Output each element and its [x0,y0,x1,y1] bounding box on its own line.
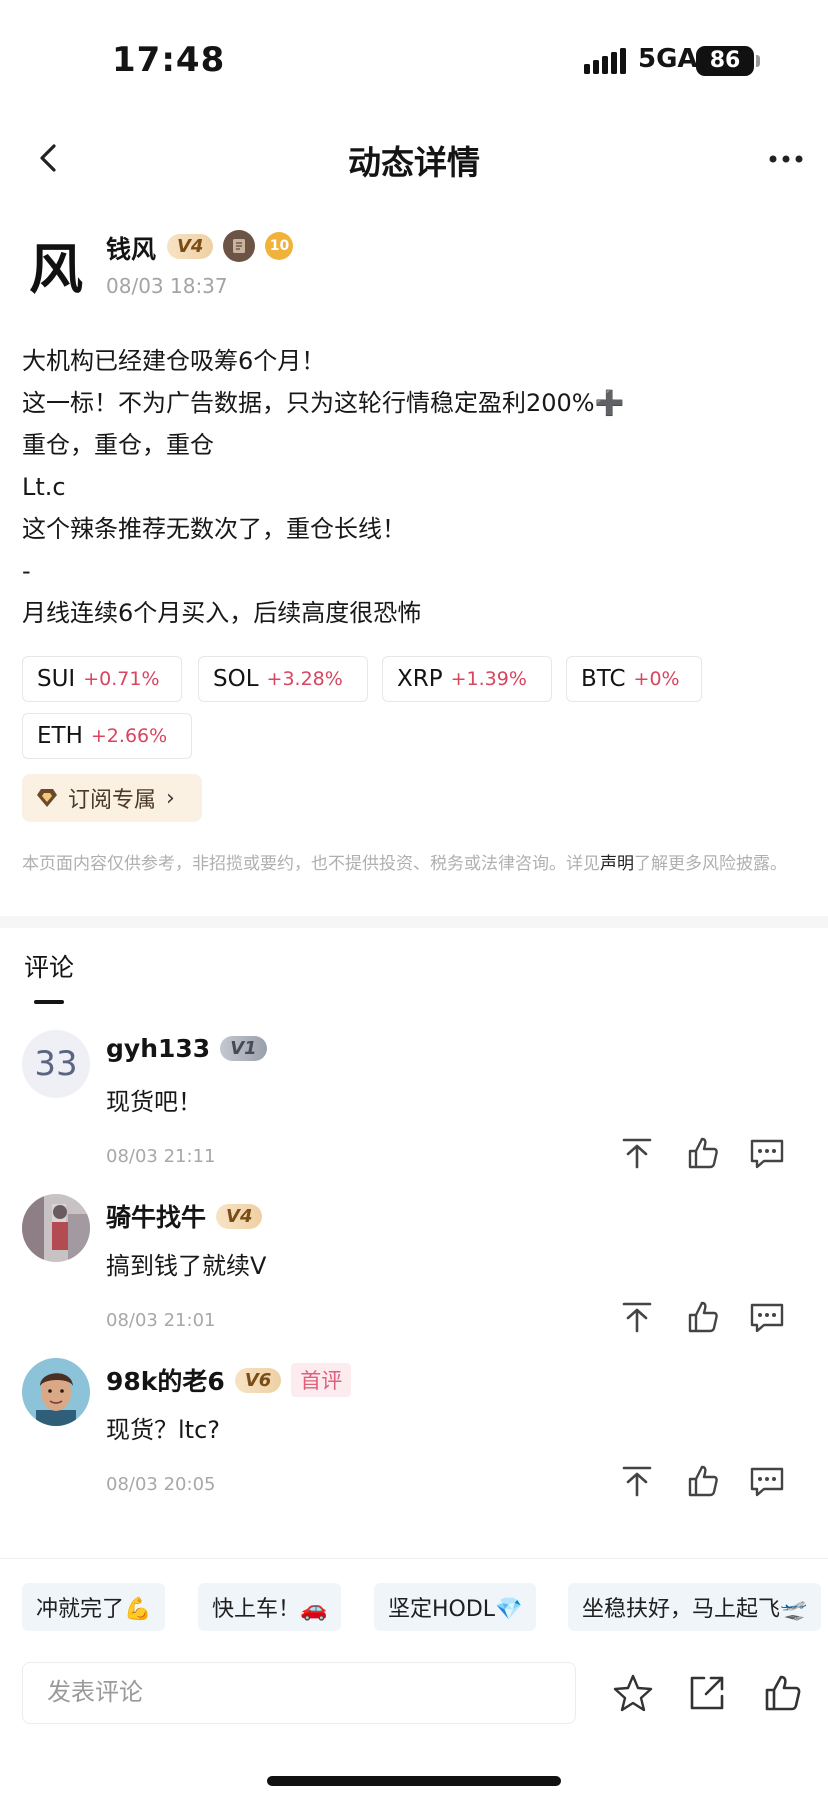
level-badge: V4 [167,233,214,259]
post-line: 大机构已经建仓吸筹6个月！ [22,347,326,375]
comment-item: 98k的老6 V6 首评 现货？ltc? 08/03 20:05 [22,1358,812,1508]
disclaimer-text-end: 了解更多风险披露。 [634,854,787,874]
level-badge: V6 [234,1367,282,1393]
thumbs-up-icon[interactable] [684,1298,722,1336]
pin-top-icon[interactable] [618,1298,656,1336]
level-badge: V1 [220,1036,267,1061]
tab-indicator [34,1000,64,1004]
first-comment-tag: 首评 [291,1363,352,1397]
book-badge-icon [223,230,256,262]
ticker-sol[interactable]: SOL +3.28% [198,656,368,702]
thumbs-up-icon[interactable] [762,1672,804,1714]
comment-actions [618,1298,808,1338]
author-avatar[interactable]: 风 [22,230,90,301]
avatar[interactable] [22,1358,90,1426]
pin-top-icon[interactable] [618,1134,656,1172]
comment-author[interactable]: 骑牛找牛 V4 [106,1198,263,1234]
comment-actions [618,1134,808,1174]
comment-time: 08/03 20:05 [106,1474,216,1495]
author-badges: V4 10 [167,230,294,262]
comment-author[interactable]: gyh133 V1 [106,1034,267,1063]
author-header: 风 钱风 V4 10 08/03 18:37 [22,226,802,306]
ticker-btc[interactable]: BTC +0% [566,656,702,702]
reply-bubble-icon[interactable] [748,1298,786,1336]
ticker-change: +0% [633,668,680,690]
quick-reply-bar: 冲就完了💪 快上车！🚗 坚定HODL💎 坐稳扶好，马上起飞🛫 [0,1558,828,1654]
comment-author-name: 98k的老6 [106,1367,225,1396]
rank-badge-icon: 10 [265,232,294,260]
comment-actions [618,1462,808,1502]
comment-item: 33 gyh133 V1 现货吧！ 08/03 21:11 [22,1030,812,1180]
pin-top-icon[interactable] [618,1462,656,1500]
reply-bubble-icon[interactable] [748,1134,786,1172]
status-time: 17:48 [112,40,226,80]
avatar[interactable]: 33 [22,1030,90,1098]
signal-icon [584,48,626,74]
level-badge: V4 [216,1203,263,1229]
comment-text: 现货吧！ [106,1088,202,1116]
section-divider [0,916,828,928]
avatar[interactable] [22,1194,90,1262]
diamond-icon [37,789,57,807]
post-line: - [22,557,31,585]
post-line: 这一标！不为广告数据，只为这轮行情稳定盈利200%➕ [22,389,625,417]
ticker-change: +0.71% [83,668,160,690]
ticker-xrp[interactable]: XRP +1.39% [382,656,552,702]
chevron-right-icon: › [166,785,175,811]
subscribe-button[interactable]: 订阅专属 › [22,774,202,822]
post-time: 08/03 18:37 [106,274,228,298]
statement-link[interactable]: 声明 [600,854,634,874]
more-dots-icon[interactable] [766,144,806,174]
quick-reply-chip[interactable]: 冲就完了💪 [22,1583,166,1631]
ticker-symbol: ETH [37,723,83,749]
thumbs-up-icon[interactable] [684,1462,722,1500]
thumbs-up-icon[interactable] [684,1134,722,1172]
ticker-symbol: SUI [37,666,76,692]
comment-input[interactable]: 发表评论 [22,1662,576,1724]
ticker-eth[interactable]: ETH +2.66% [22,713,192,759]
comment-author-name: 骑牛找牛 [106,1203,207,1232]
comment-item: 骑牛找牛 V4 搞到钱了就续V 08/03 21:01 [22,1194,812,1344]
ticker-change: +3.28% [266,668,343,690]
ticker-symbol: SOL [213,666,259,692]
comment-time: 08/03 21:01 [106,1310,216,1331]
reply-bubble-icon[interactable] [748,1462,786,1500]
subscribe-label: 订阅专属 [68,788,157,813]
comment-author-name: gyh133 [106,1034,211,1063]
quick-reply-chip[interactable]: 坚定HODL💎 [374,1583,537,1631]
author-name[interactable]: 钱风 [106,230,156,266]
page-title: 动态详情 [348,143,480,182]
nav-bar: 动态详情 [0,120,828,196]
battery-tip [756,55,760,67]
quick-reply-chip[interactable]: 快上车！🚗 [198,1583,342,1631]
star-icon[interactable] [612,1672,654,1714]
ticker-symbol: BTC [581,666,626,692]
bottom-bar: 发表评论 [0,1654,828,1800]
status-bar: 17:48 5GA 86 [0,0,828,120]
comment-text: 现货？ltc? [106,1416,221,1444]
battery-level: 86 [696,46,754,76]
network-type: 5GA [638,44,698,74]
disclaimer: 本页面内容仅供参考，非招揽或要约，也不提供投资、税务或法律咨询。详见声明了解更多… [22,852,808,876]
post-line: 月线连续6个月买入，后续高度很恐怖 [22,599,422,627]
post-content: 大机构已经建仓吸筹6个月！ 这一标！不为广告数据，只为这轮行情稳定盈利200%➕… [22,340,812,634]
post-line: 这个辣条推荐无数次了，重仓长线！ [22,515,406,543]
comment-text: 搞到钱了就续V [106,1252,267,1280]
disclaimer-text: 本页面内容仅供参考，非招揽或要约，也不提供投资、税务或法律咨询。详见 [22,854,600,874]
share-icon[interactable] [686,1672,728,1714]
post-line: 重仓，重仓，重仓 [22,431,214,459]
comment-author[interactable]: 98k的老6 V6 首评 [106,1362,352,1398]
post-line: Lt.c [22,473,66,501]
ticker-sui[interactable]: SUI +0.71% [22,656,182,702]
quick-reply-chip[interactable]: 坐稳扶好，马上起飞🛫 [568,1583,822,1631]
home-indicator [267,1776,561,1786]
comments-tab[interactable]: 评论 [24,948,74,984]
ticker-symbol: XRP [397,666,443,692]
ticker-change: +1.39% [450,668,527,690]
comment-time: 08/03 21:11 [106,1146,216,1167]
ticker-change: +2.66% [90,725,168,747]
